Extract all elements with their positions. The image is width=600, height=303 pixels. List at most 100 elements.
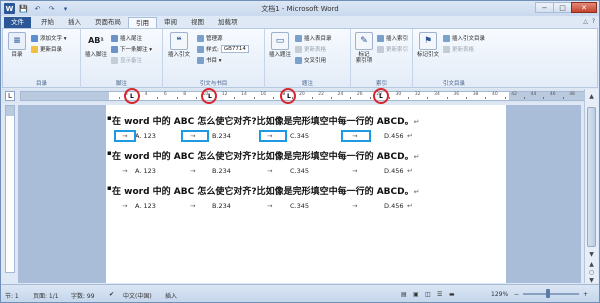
ruler-number: 48	[569, 92, 575, 97]
tab-addins[interactable]: 加载项	[211, 17, 245, 28]
cross-reference-button[interactable]: 交叉引用	[295, 56, 326, 64]
group-index: ✎ 标记 索引项 插入索引 更新索引 索引	[351, 29, 413, 88]
close-button[interactable]: ✕	[571, 2, 597, 13]
tab-page-layout[interactable]: 页面布局	[88, 17, 128, 28]
tab-review[interactable]: 审阅	[157, 17, 184, 28]
ruler-number: 4	[144, 92, 148, 97]
tab-selector[interactable]: L	[5, 91, 15, 101]
tab-arrow: →	[267, 202, 273, 210]
language-indicator[interactable]: 中文(中国)	[123, 291, 152, 300]
update-table-button[interactable]: 更新表格	[295, 45, 326, 53]
update-toc-button[interactable]: 更新目录	[31, 45, 62, 53]
mark-citation-button[interactable]: ⚑ 标记引文	[415, 32, 441, 58]
document-page[interactable]: ▪ 在 word 中的 ABC 怎么使它对齐?比如像是完形填空中每一行的 ABC…	[106, 105, 506, 283]
vertical-scrollbar[interactable]: ▲ ▼ ▲ ○ ▼	[584, 89, 598, 284]
toc-button[interactable]: ≡ 目录	[5, 32, 29, 58]
ruler-number: 32	[414, 92, 421, 97]
word-count[interactable]: 字数: 99	[71, 291, 95, 300]
toc-icon: ≡	[8, 32, 26, 50]
ruler-tick	[234, 97, 236, 99]
ruler-tick	[446, 97, 448, 99]
mark-citation-icon: ⚑	[419, 32, 437, 50]
ruler-number: 16	[260, 92, 267, 97]
ruler-row: L 2 4 6 8 10 12 14 16 18 20 22 24 26 28 30 32 34 36 38 40 42…	[2, 88, 598, 104]
ruler-tick	[195, 97, 197, 99]
manage-sources-button[interactable]: 管理源	[197, 34, 223, 42]
zoom-slider-handle[interactable]	[546, 289, 550, 298]
minimize-ribbon-icon[interactable]: △	[583, 18, 588, 25]
insert-table-of-figures-button[interactable]: 插入表目录	[295, 34, 332, 42]
insert-caption-button[interactable]: ▭ 插入题注	[267, 32, 293, 58]
group-label-captions: 题注	[301, 81, 313, 87]
style-dropdown[interactable]: GB7714	[220, 45, 249, 53]
view-web-icon[interactable]: ◫	[425, 291, 431, 298]
ruler-tick	[273, 97, 275, 99]
minimize-button[interactable]: −	[535, 2, 554, 13]
option-d: D.456	[384, 132, 404, 140]
mark-entry-icon: ✎	[355, 32, 373, 50]
scroll-thumb[interactable]	[587, 107, 596, 247]
insert-toa-button[interactable]: 插入引文目录	[443, 34, 485, 42]
insert-footnote-button[interactable]: AB¹ 插入脚注	[83, 32, 109, 59]
tab-insert[interactable]: 插入	[61, 17, 88, 28]
update-toa-button[interactable]: 更新表格	[443, 45, 474, 53]
tab-highlight-box	[341, 130, 371, 142]
insert-mode[interactable]: 插入	[165, 291, 177, 300]
help-icon[interactable]: ?	[592, 18, 595, 25]
tab-stop-highlight-circle	[280, 88, 296, 104]
zoom-in-button[interactable]: +	[583, 291, 588, 298]
show-notes-icon	[111, 56, 118, 64]
bibliography-button[interactable]: 书目 ▾	[197, 56, 222, 64]
option-c: C.345	[290, 132, 310, 140]
tab-arrow: →	[352, 202, 358, 210]
mark-entry-button[interactable]: ✎ 标记 索引项	[353, 32, 375, 64]
ruler-tick	[562, 97, 564, 99]
table-of-figures-icon	[295, 34, 302, 42]
cross-reference-icon	[295, 56, 302, 64]
view-outline-icon[interactable]: ☰	[437, 291, 442, 298]
zoom-out-button[interactable]: −	[514, 291, 519, 298]
update-index-button[interactable]: 更新索引	[377, 45, 408, 53]
group-label-toc: 目录	[35, 81, 47, 87]
add-text-icon	[31, 34, 38, 42]
option-c: C.345	[290, 202, 310, 210]
zoom-slider[interactable]	[523, 293, 579, 295]
tab-view[interactable]: 视图	[184, 17, 211, 28]
scroll-up-icon[interactable]: ▲	[586, 91, 597, 101]
citation-style-selector[interactable]: 样式: GB7714	[197, 45, 249, 53]
proofing-icon[interactable]: ✔	[109, 291, 114, 298]
scroll-down-icon[interactable]: ▼	[586, 249, 597, 259]
show-notes-button[interactable]: 显示备注	[111, 56, 142, 64]
page-indicator[interactable]: 页面: 1/1	[33, 291, 59, 300]
insert-endnote-button[interactable]: 插入尾注	[111, 34, 142, 42]
options-line: → A. 123 → B.234 → C.345 → D.456 ↵	[122, 202, 413, 210]
insert-citation-button[interactable]: ❝ 插入引文	[165, 32, 193, 58]
tab-references[interactable]: 引用	[128, 17, 157, 28]
word-window: W 💾 ↶ ↷ ▾ 文档1 - Microsoft Word − □ ✕ 文件 …	[0, 0, 600, 303]
ruler-tick	[408, 97, 410, 99]
section-indicator[interactable]: 节: 1	[5, 291, 19, 300]
tab-arrow: →	[190, 167, 196, 175]
tab-arrow: →	[122, 167, 128, 175]
view-fullscreen-icon[interactable]: ▣	[413, 291, 419, 298]
options-line: → A. 123 → B.234 → C.345 → D.456 ↵	[122, 167, 413, 175]
view-print-layout-icon[interactable]: ▤	[401, 291, 407, 298]
citation-icon: ❝	[170, 32, 188, 50]
view-draft-icon[interactable]: ▬	[449, 291, 455, 298]
maximize-button[interactable]: □	[553, 2, 572, 13]
ruler-number: 24	[337, 92, 344, 97]
group-label-citations: 引文与书目	[199, 81, 228, 87]
add-text-button[interactable]: 添加文字 ▾	[31, 34, 67, 42]
insert-index-button[interactable]: 插入索引	[377, 34, 408, 42]
ruler-left-margin	[21, 92, 109, 100]
question-line: ▪ 在 word 中的 ABC 怎么使它对齐?比如像是完形填空中每一行的 ABC…	[107, 184, 420, 197]
next-footnote-button[interactable]: 下一条脚注 ▾	[111, 45, 152, 53]
horizontal-ruler[interactable]: 2 4 6 8 10 12 14 16 18 20 22 24 26 28 30 32 34 36 38 40 42 44…	[20, 91, 586, 101]
ruler-tick	[118, 97, 120, 99]
tab-highlight-box	[181, 130, 209, 142]
tab-home[interactable]: 开始	[34, 17, 61, 28]
tab-file[interactable]: 文件	[4, 17, 31, 28]
zoom-level[interactable]: 129%	[491, 291, 508, 298]
tab-highlight-box	[114, 130, 136, 142]
ruler-tick	[504, 97, 506, 99]
